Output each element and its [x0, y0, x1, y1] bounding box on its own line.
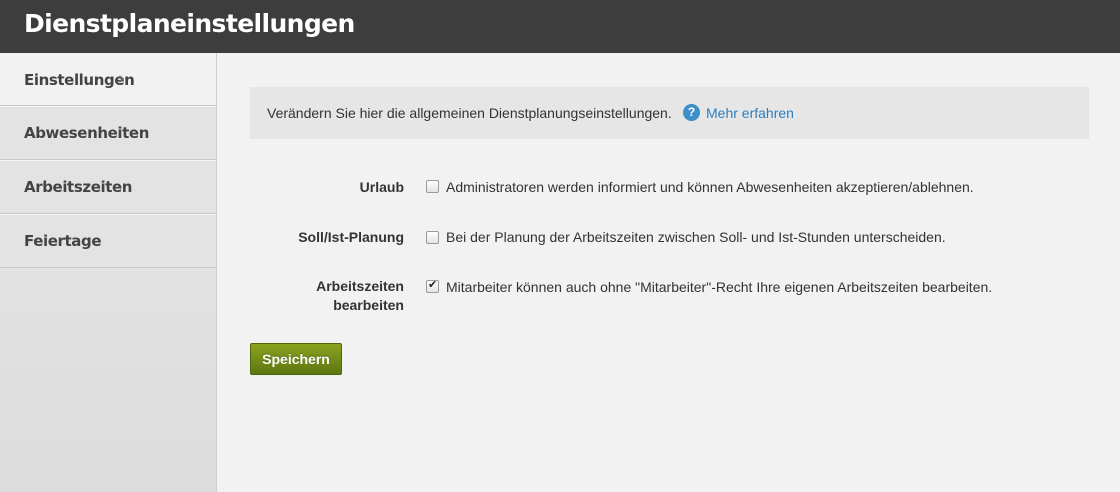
sidebar-item-feiertage[interactable]: Feiertage [0, 214, 216, 268]
urlaub-checkbox[interactable] [426, 180, 439, 193]
learn-more-link[interactable]: Mehr erfahren [706, 105, 794, 121]
sidebar: Einstellungen › Abwesenheiten Arbeitszei… [0, 53, 217, 492]
sidebar-item-label: Arbeitszeiten [24, 178, 133, 196]
sidebar-item-label: Abwesenheiten [24, 124, 149, 142]
soll-ist-checkbox[interactable] [426, 231, 439, 244]
setting-label-line: Arbeitszeiten [316, 278, 404, 294]
chevron-right-icon: › [118, 69, 126, 89]
setting-description-arbeitszeiten-bearbeiten: Mitarbeiter können auch ohne "Mitarbeite… [446, 279, 993, 295]
info-text: Verändern Sie hier die allgemeinen Diens… [267, 105, 672, 121]
page-title: Dienstplaneinstellungen [24, 9, 355, 38]
header-bar: Dienstplaneinstellungen [0, 0, 1120, 53]
setting-label-soll-ist: Soll/Ist-Planung [298, 229, 404, 245]
sidebar-item-arbeitszeiten[interactable]: Arbeitszeiten [0, 160, 216, 214]
sidebar-item-abwesenheiten[interactable]: Abwesenheiten [0, 106, 216, 160]
arbeitszeiten-bearbeiten-checkbox[interactable] [426, 278, 439, 293]
info-box: Verändern Sie hier die allgemeinen Diens… [250, 87, 1089, 139]
setting-label-line: bearbeiten [333, 297, 404, 313]
help-icon[interactable]: ? [683, 104, 700, 121]
sidebar-item-einstellungen[interactable]: Einstellungen › [0, 53, 216, 106]
sidebar-item-label: Feiertage [24, 232, 102, 250]
setting-description-urlaub: Administratoren werden informiert und kö… [446, 179, 974, 195]
setting-label-urlaub: Urlaub [359, 179, 404, 195]
save-button[interactable]: Speichern [250, 343, 342, 375]
setting-description-soll-ist: Bei der Planung der Arbeitszeiten zwisch… [446, 229, 946, 245]
setting-label-arbeitszeiten-bearbeiten: Arbeitszeiten bearbeiten [316, 277, 404, 315]
